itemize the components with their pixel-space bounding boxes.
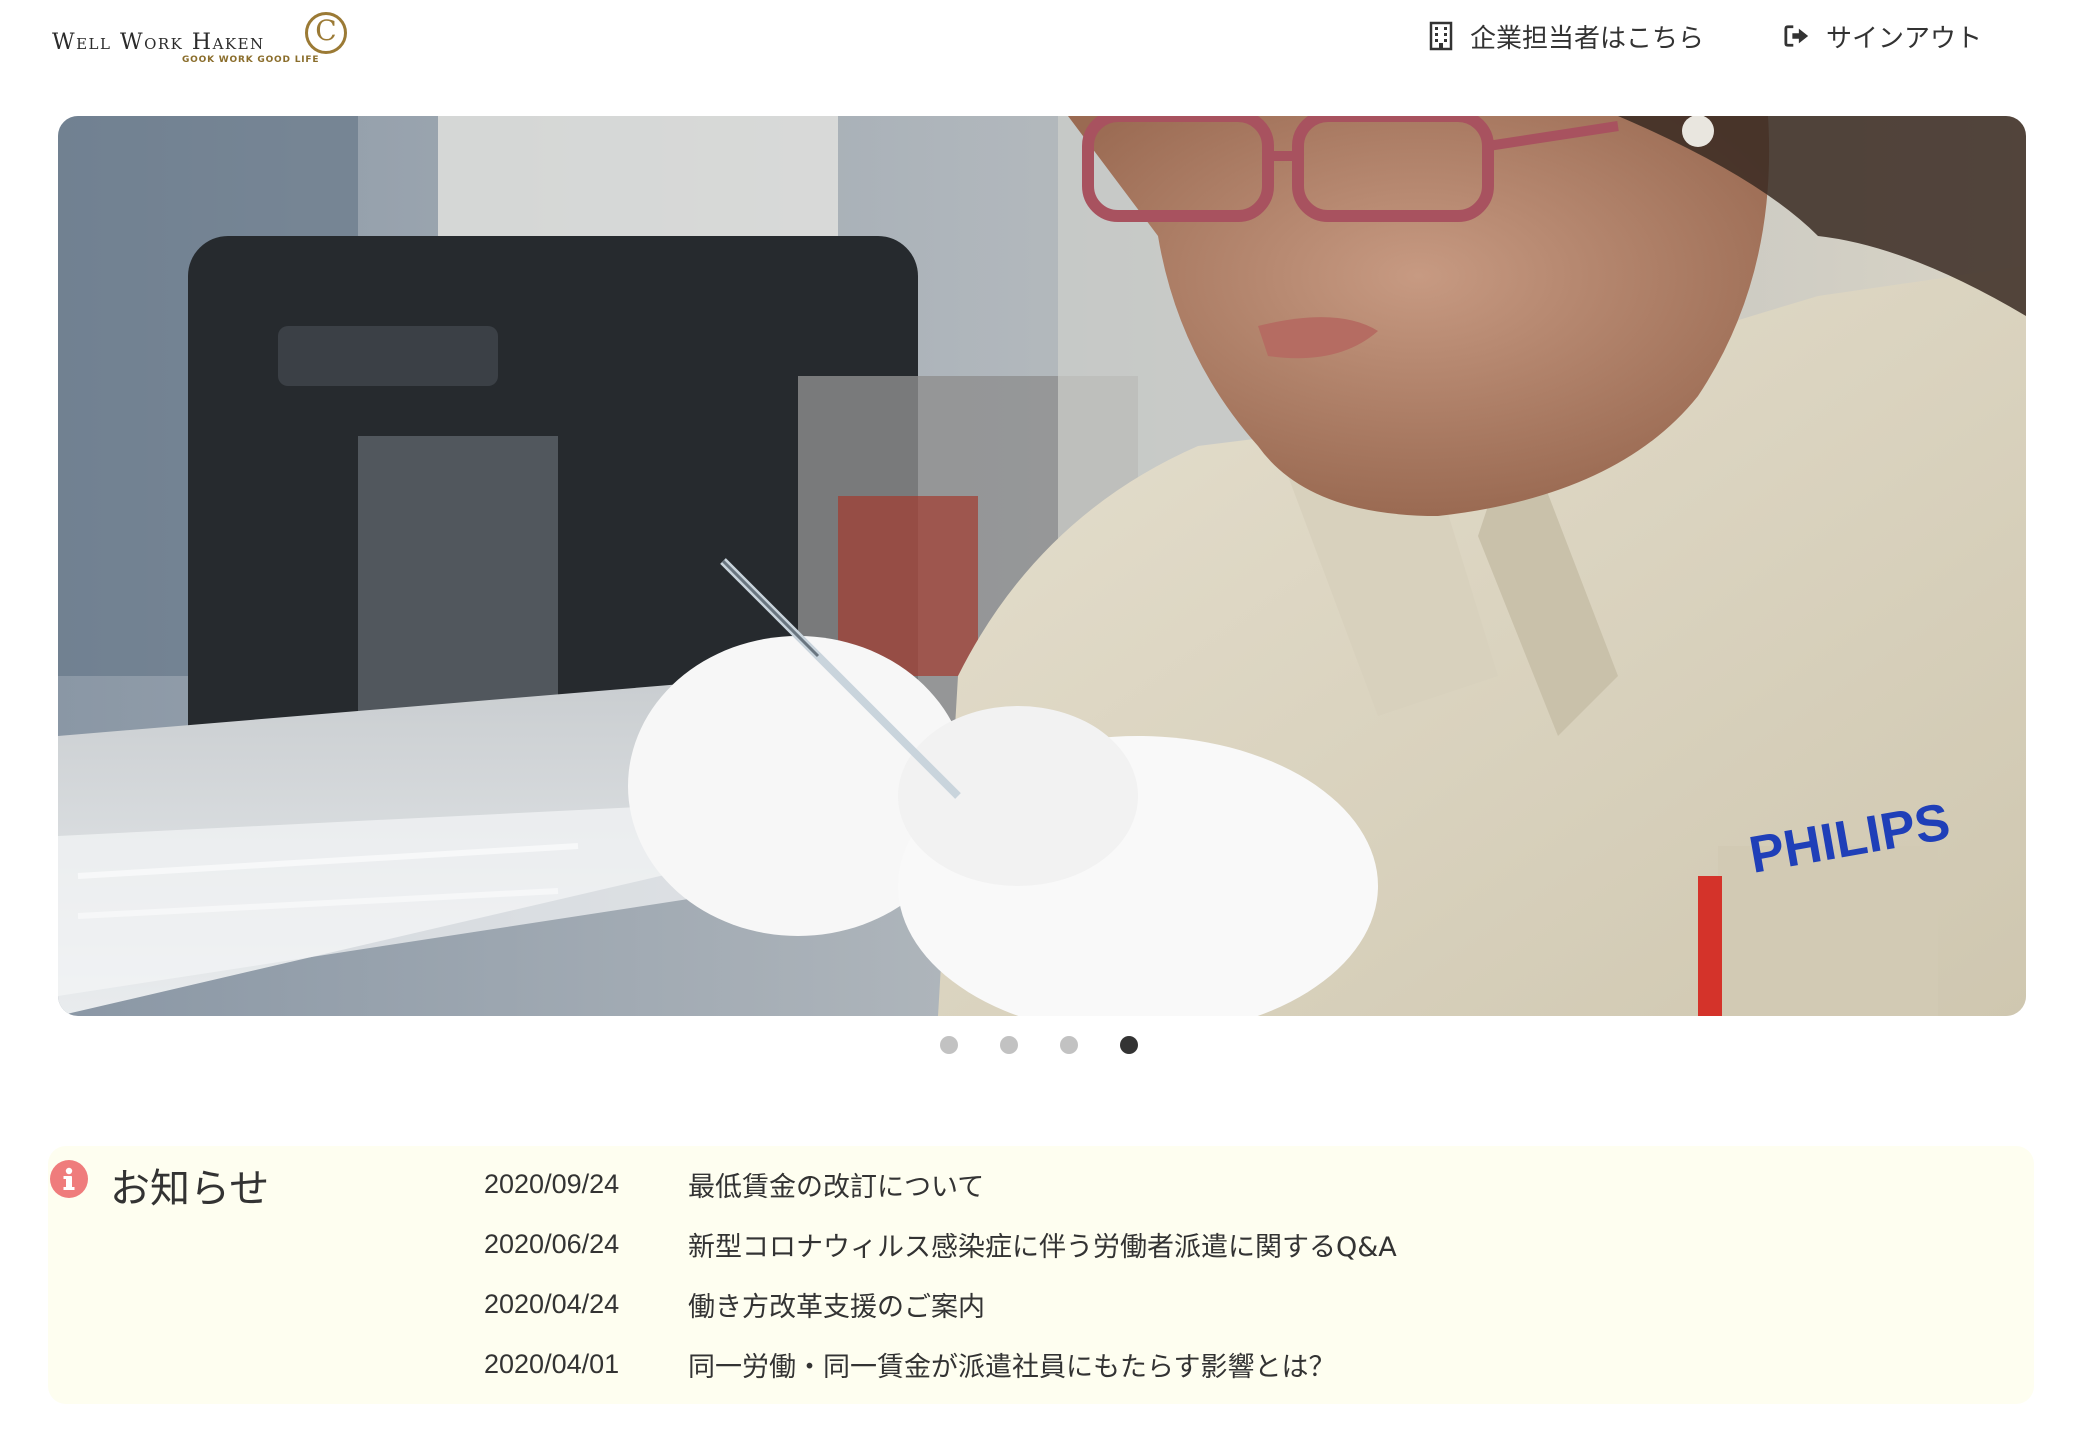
carousel-dot-4-active[interactable]	[1120, 1036, 1138, 1054]
news-title-link[interactable]: 同一労働・同一賃金が派遣社員にもたらす影響とは？	[688, 1345, 1335, 1384]
sign-out-icon	[1784, 21, 1810, 51]
copyright-mark-icon: C	[305, 12, 347, 54]
news-title-link[interactable]: 働き方改革支援のご案内	[688, 1285, 985, 1324]
news-date: 2020/06/24	[484, 1228, 620, 1259]
news-title-link[interactable]: 新型コロナウィルス感染症に伴う労働者派遣に関するQ&A	[688, 1225, 1397, 1264]
carousel-slide-image: PHILIPS	[58, 116, 2026, 1016]
sign-out-label: サインアウト	[1826, 23, 1983, 54]
news-heading: お知らせ	[110, 1166, 270, 1212]
news-item[interactable]: 2020/04/24 働き方改革支援のご案内	[484, 1274, 1884, 1334]
news-item[interactable]: 2020/06/24 新型コロナウィルス感染症に伴う労働者派遣に関するQ&A	[484, 1214, 1884, 1274]
logo-tagline: GOOK WORK GOOD LIFE	[182, 55, 320, 65]
news-date: 2020/04/24	[484, 1288, 620, 1319]
corporate-contact-label: 企業担当者はこちら	[1470, 23, 1705, 54]
carousel-indicators	[940, 1034, 1138, 1056]
logo-mark-letter: C	[315, 14, 337, 47]
carousel-dot-2[interactable]	[1000, 1036, 1018, 1054]
news-section: お知らせ 2020/09/24 最低賃金の改訂について 2020/06/24 新…	[48, 1146, 2034, 1404]
info-icon	[50, 1160, 88, 1198]
hero-carousel[interactable]: PHILIPS	[58, 116, 2026, 1016]
news-title-link[interactable]: 最低賃金の改訂について	[688, 1165, 984, 1204]
sign-out-link[interactable]: サインアウト	[1784, 16, 1982, 56]
news-item[interactable]: 2020/04/01 同一労働・同一賃金が派遣社員にもたらす影響とは？	[484, 1334, 1884, 1394]
corporate-contact-link[interactable]: 企業担当者はこちら	[1428, 16, 1704, 56]
logo-text: Well Work Haken	[52, 30, 265, 55]
carousel-dot-1[interactable]	[940, 1036, 958, 1054]
building-icon	[1428, 21, 1454, 51]
news-item[interactable]: 2020/09/24 最低賃金の改訂について	[484, 1154, 1884, 1214]
news-date: 2020/09/24	[484, 1168, 620, 1199]
news-list: 2020/09/24 最低賃金の改訂について 2020/06/24 新型コロナウ…	[484, 1154, 1884, 1394]
carousel-dot-3[interactable]	[1060, 1036, 1078, 1054]
news-date: 2020/04/01	[484, 1348, 620, 1379]
site-logo[interactable]: Well Work Haken GOOK WORK GOOD LIFE C	[50, 12, 350, 68]
